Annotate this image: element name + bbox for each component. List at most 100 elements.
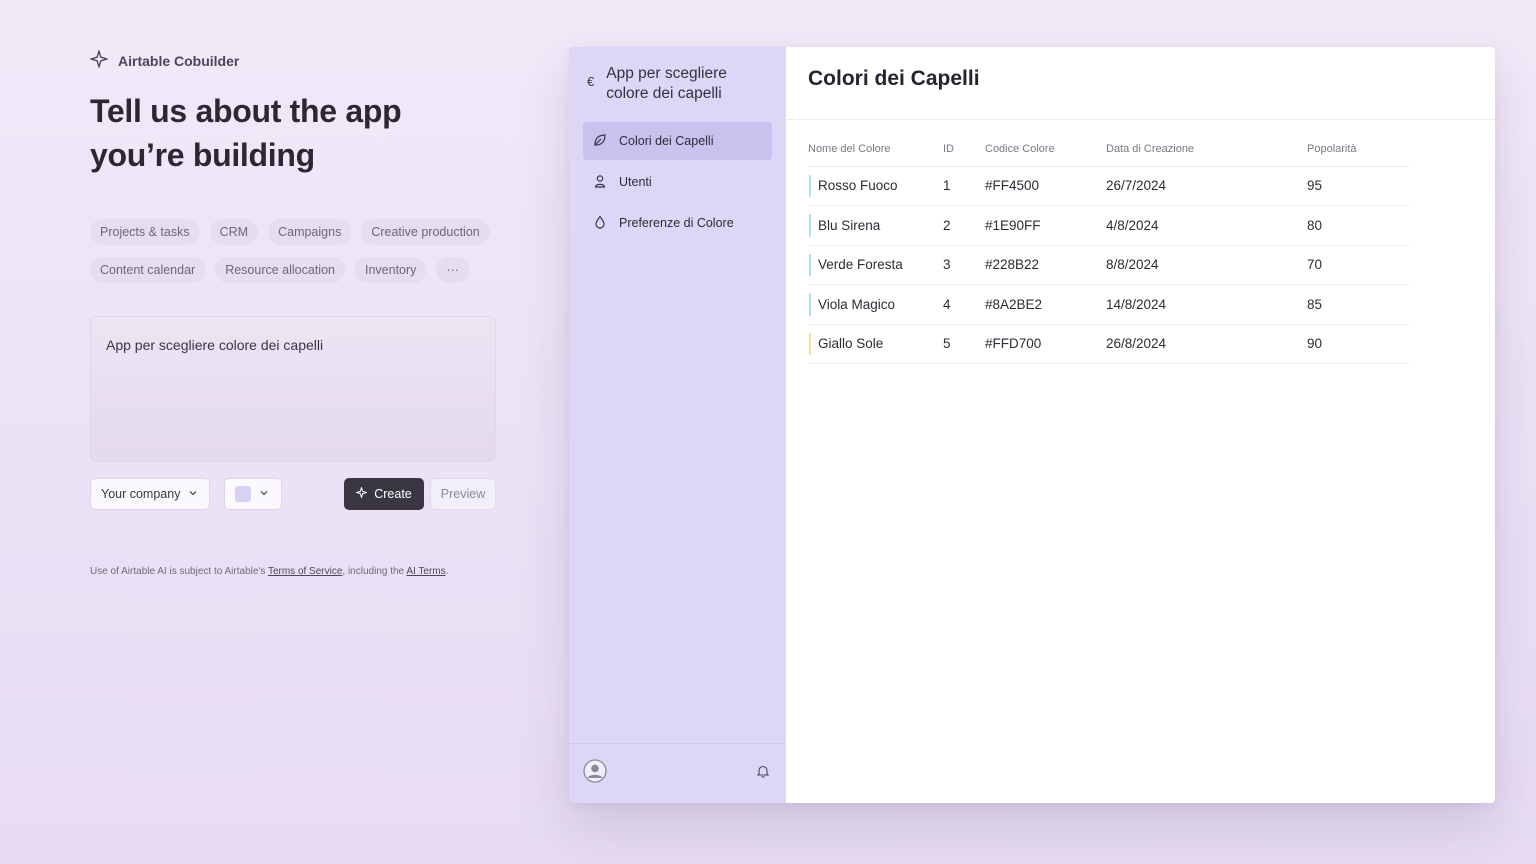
brand: Airtable Cobuilder <box>90 50 500 71</box>
app-description-input[interactable]: App per scegliere colore dei capelli <box>90 316 496 462</box>
nav-item-utenti[interactable]: Utenti <box>583 163 772 201</box>
cell-date: 26/7/2024 <box>1106 166 1307 206</box>
cell-code: #8A2BE2 <box>985 284 1106 325</box>
app-sidebar: € App per scegliere colore dei capelli C… <box>569 47 786 803</box>
nav-item-colori-dei-capelli[interactable]: Colori dei Capelli <box>583 122 772 160</box>
table-header-row: Nome del Colore ID Codice Colore Data di… <box>808 132 1410 167</box>
nav-item-preferenze-di-colore[interactable]: Preferenze di Colore <box>583 204 772 242</box>
drop-icon <box>593 214 607 232</box>
cell-name: Giallo Sole <box>808 324 943 364</box>
cell-id: 4 <box>943 284 985 325</box>
column-header-codice[interactable]: Codice Colore <box>985 132 1106 167</box>
ai-terms-link[interactable]: AI Terms <box>406 566 445 577</box>
sparkle-icon <box>356 487 368 501</box>
column-header-data[interactable]: Data di Creazione <box>1106 132 1307 167</box>
chip-inventory[interactable]: Inventory <box>355 257 427 283</box>
cell-name-text: Verde Foresta <box>818 257 903 273</box>
app-title: App per scegliere colore dei capelli <box>606 65 727 102</box>
template-chips: Projects & tasks CRM Campaigns Creative … <box>90 219 500 283</box>
cell-code: #1E90FF <box>985 205 1106 246</box>
avatar-icon[interactable] <box>583 759 607 788</box>
euro-icon: € <box>587 74 595 89</box>
column-header-popolarita[interactable]: Popolarità <box>1307 132 1410 167</box>
row-accent-bar <box>809 253 811 276</box>
cell-popularity: 70 <box>1307 245 1410 285</box>
cell-name: Verde Foresta <box>808 245 943 285</box>
company-select[interactable]: Your company <box>90 478 210 510</box>
nav-item-label: Colori dei Capelli <box>619 134 714 148</box>
colors-table: Nome del Colore ID Codice Colore Data di… <box>808 132 1410 364</box>
cell-date: 26/8/2024 <box>1106 324 1307 364</box>
chip-campaigns[interactable]: Campaigns <box>268 219 352 245</box>
page-title: Tell us about the app you’re building <box>90 93 402 173</box>
chevron-down-icon <box>259 487 269 501</box>
cell-name: Viola Magico <box>808 284 943 325</box>
sidebar-footer <box>569 743 786 803</box>
leaf-icon <box>593 133 607 150</box>
terms-notice: Use of Airtable AI is subject to Airtabl… <box>90 566 500 577</box>
bell-icon[interactable] <box>756 764 770 783</box>
cell-id: 5 <box>943 324 985 364</box>
cell-name-text: Viola Magico <box>818 296 896 312</box>
terms-text-before: Use of Airtable AI is subject to Airtabl… <box>90 566 268 577</box>
table-title: Colori dei Capelli <box>808 67 980 90</box>
cell-code: #FF4500 <box>985 166 1106 206</box>
cell-date: 8/8/2024 <box>1106 245 1307 285</box>
terms-text-middle: , including the <box>342 566 407 577</box>
cell-popularity: 95 <box>1307 166 1410 206</box>
color-select[interactable] <box>224 478 282 510</box>
table-container: Nome del Colore ID Codice Colore Data di… <box>786 120 1495 364</box>
cell-name-text: Blu Sirena <box>818 217 881 233</box>
user-icon <box>593 174 607 191</box>
nav-item-label: Preferenze di Colore <box>619 216 734 230</box>
table-row[interactable]: Blu Sirena 2 #1E90FF 4/8/2024 80 <box>808 205 1410 246</box>
column-header-nome[interactable]: Nome del Colore <box>808 132 943 167</box>
cell-popularity: 90 <box>1307 324 1410 364</box>
cell-name: Blu Sirena <box>808 205 943 246</box>
chip-projects-tasks[interactable]: Projects & tasks <box>90 219 200 245</box>
app-main: Colori dei Capelli Nome del Colore ID Co… <box>786 47 1495 803</box>
app-header: € App per scegliere colore dei capelli <box>569 47 786 104</box>
main-header: Colori dei Capelli <box>786 47 1495 120</box>
terms-of-service-link[interactable]: Terms of Service <box>268 566 342 577</box>
row-accent-bar <box>809 174 811 197</box>
prompt-controls: Your company Create Preview <box>90 478 496 510</box>
create-button[interactable]: Create <box>344 478 424 510</box>
cell-name-text: Rosso Fuoco <box>818 178 898 194</box>
row-accent-bar <box>809 332 811 355</box>
cell-id: 1 <box>943 166 985 206</box>
create-button-label: Create <box>374 487 412 501</box>
row-accent-bar <box>809 293 811 316</box>
cell-id: 3 <box>943 245 985 285</box>
table-row[interactable]: Giallo Sole 5 #FFD700 26/8/2024 90 <box>808 324 1410 364</box>
table-row[interactable]: Viola Magico 4 #8A2BE2 14/8/2024 85 <box>808 284 1410 325</box>
cell-date: 4/8/2024 <box>1106 205 1307 246</box>
color-swatch <box>235 486 251 502</box>
app-nav: Colori dei Capelli Utenti Preferenze di … <box>569 122 786 242</box>
chip-resource-allocation[interactable]: Resource allocation <box>215 257 345 283</box>
cell-code: #FFD700 <box>985 324 1106 364</box>
column-header-id[interactable]: ID <box>943 132 985 167</box>
brand-name: Airtable Cobuilder <box>118 52 240 69</box>
cobuilder-panel: Airtable Cobuilder Tell us about the app… <box>90 50 500 577</box>
chip-creative-production[interactable]: Creative production <box>361 219 490 245</box>
chip-content-calendar[interactable]: Content calendar <box>90 257 206 283</box>
table-row[interactable]: Verde Foresta 3 #228B22 8/8/2024 70 <box>808 245 1410 285</box>
terms-text-after: . <box>445 566 449 577</box>
chip-crm[interactable]: CRM <box>209 219 259 245</box>
app-preview-window: € App per scegliere colore dei capelli C… <box>569 47 1495 803</box>
table-row[interactable]: Rosso Fuoco 1 #FF4500 26/7/2024 95 <box>808 166 1410 206</box>
sparkle-icon <box>90 50 108 71</box>
company-select-label: Your company <box>101 487 181 501</box>
cell-id: 2 <box>943 205 985 246</box>
chip-more[interactable]: ··· <box>436 257 469 283</box>
cell-name: Rosso Fuoco <box>808 166 943 206</box>
cell-name-text: Giallo Sole <box>818 336 884 352</box>
cell-popularity: 85 <box>1307 284 1410 325</box>
row-accent-bar <box>809 214 811 237</box>
cell-popularity: 80 <box>1307 205 1410 246</box>
nav-item-label: Utenti <box>619 175 652 189</box>
preview-button[interactable]: Preview <box>430 478 496 510</box>
chevron-down-icon <box>188 487 198 501</box>
cell-date: 14/8/2024 <box>1106 284 1307 325</box>
